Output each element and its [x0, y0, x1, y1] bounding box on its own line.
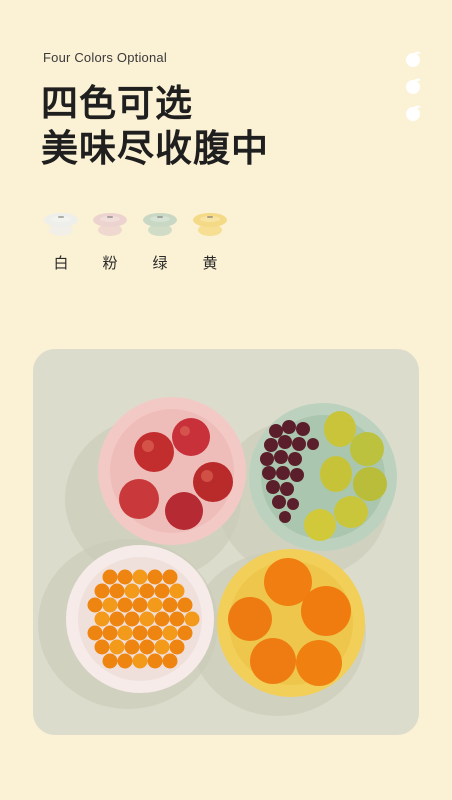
kumquat [109, 611, 125, 627]
kumquat [162, 653, 178, 669]
kumquat [102, 569, 118, 585]
kumquat [132, 569, 148, 585]
fruit-icon [406, 51, 421, 67]
kumquat [132, 653, 148, 669]
kumquat [94, 583, 110, 599]
headline-line-1: 四色可选 [41, 82, 193, 125]
fruit-icon [406, 78, 421, 94]
kumquat [139, 639, 155, 655]
kumquat [102, 653, 118, 669]
kumquat [124, 611, 140, 627]
kumquat [169, 611, 185, 627]
color-swatch-3[interactable] [192, 208, 228, 238]
kumquat [94, 639, 110, 655]
kumquat [139, 583, 155, 599]
kumquat [132, 625, 148, 641]
kumquat [124, 639, 140, 655]
kumquat [154, 639, 170, 655]
color-swatch-1[interactable] [92, 208, 128, 238]
color-label-2: 绿 [152, 254, 168, 272]
kumquat [184, 611, 200, 627]
color-swatch-0[interactable] [43, 208, 79, 238]
kumquat [102, 625, 118, 641]
kumquat [177, 597, 193, 613]
kumquat [109, 583, 125, 599]
kumquat [102, 597, 118, 613]
kumquat [147, 625, 163, 641]
kumquat [117, 597, 133, 613]
kumquat [94, 611, 110, 627]
kumquat [132, 597, 148, 613]
kumquat [147, 569, 163, 585]
headline-line-2: 美味尽收腹中 [41, 127, 269, 170]
color-swatch-2[interactable] [142, 208, 178, 238]
fruit-bowls-illustration [33, 349, 419, 735]
kumquat [169, 639, 185, 655]
kumquat [162, 569, 178, 585]
kumquat [154, 583, 170, 599]
kumquat [124, 583, 140, 599]
kumquat [117, 569, 133, 585]
kumquat [109, 639, 125, 655]
pink-bowl-apples [98, 397, 246, 545]
white-bowl-kumquats [66, 545, 214, 693]
kumquat [162, 597, 178, 613]
kumquat [87, 597, 103, 613]
yellow-bowl-oranges [217, 549, 365, 697]
kumquat [139, 611, 155, 627]
green-bowl-grapes-pears [249, 403, 397, 551]
fruit-icon [406, 105, 421, 121]
color-label-1: 粉 [102, 254, 118, 272]
kumquat [87, 625, 103, 641]
kumquat [147, 653, 163, 669]
color-label-0: 白 [53, 254, 69, 272]
kumquat [147, 597, 163, 613]
kumquat [177, 625, 193, 641]
kumquat [169, 583, 185, 599]
subtitle: Four Colors Optional [43, 50, 167, 65]
product-photo [33, 349, 419, 735]
kumquat [162, 625, 178, 641]
kumquat [117, 653, 133, 669]
color-label-3: 黄 [202, 254, 218, 272]
kumquat [117, 625, 133, 641]
kumquat [154, 611, 170, 627]
